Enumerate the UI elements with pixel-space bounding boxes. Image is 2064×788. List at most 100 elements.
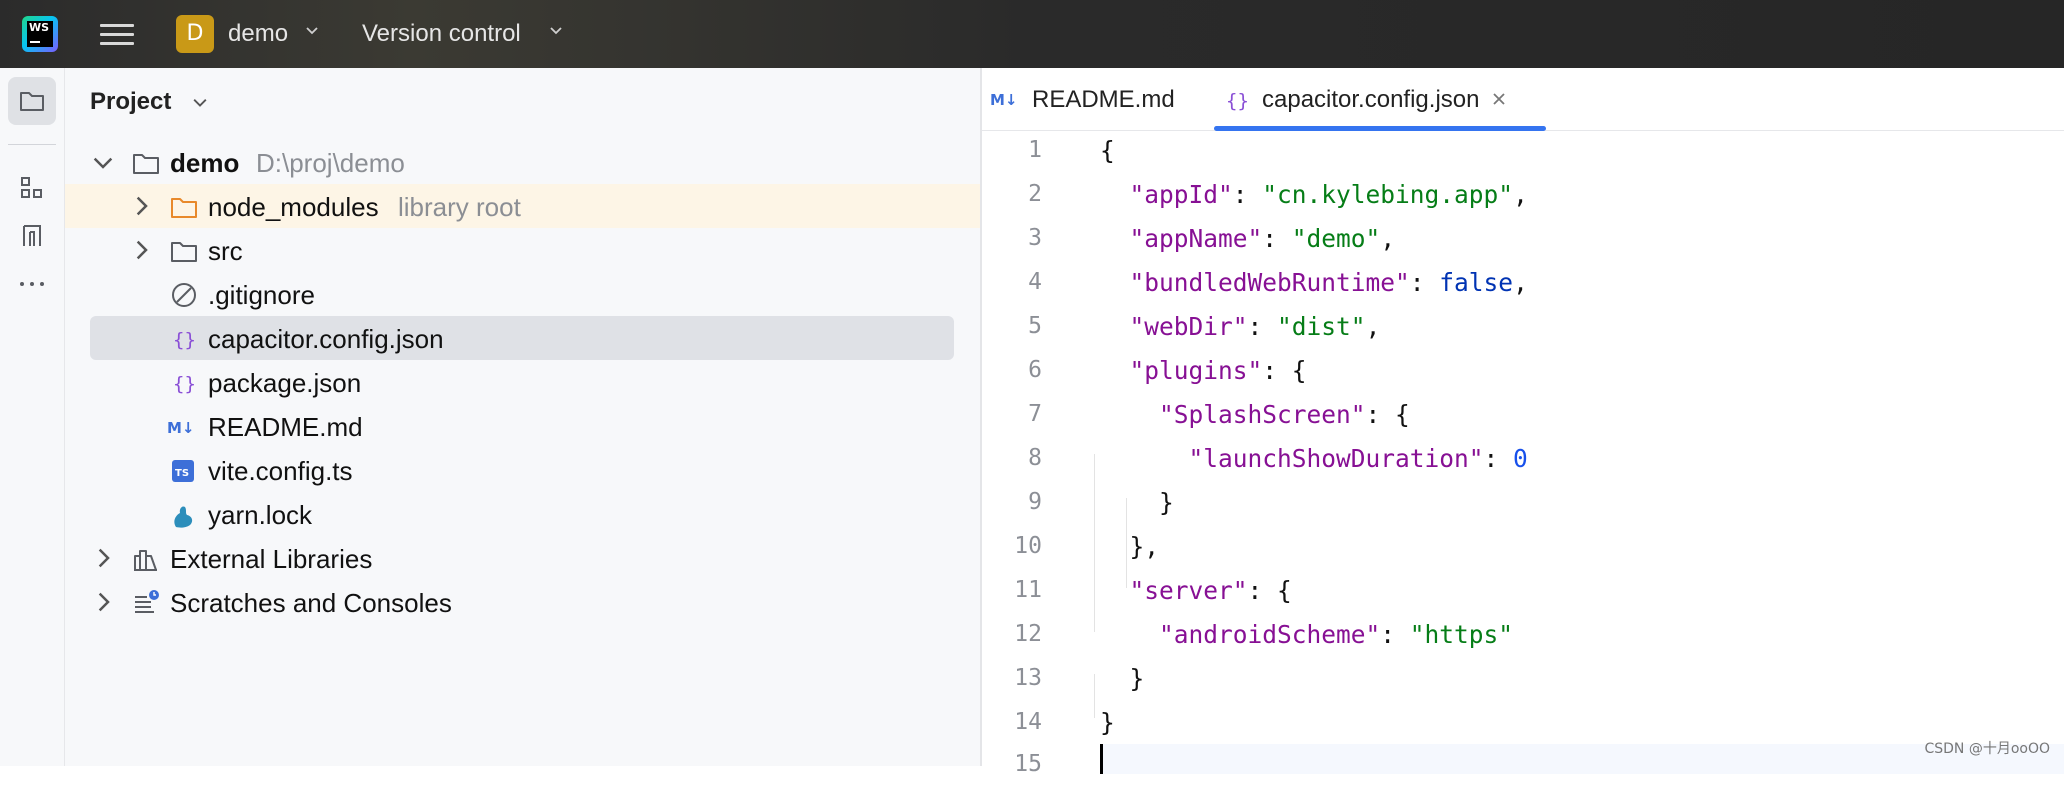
tree-item-label: demo <box>170 148 240 178</box>
tab-label: capacitor.config.json <box>1262 86 1480 113</box>
code-text: "server": { <box>1129 576 1292 605</box>
chevron-right-icon[interactable] <box>131 240 151 260</box>
svg-text:{}: {} <box>173 373 196 395</box>
tree-item-path: D:\proj\demo <box>256 148 405 178</box>
chevron-right-icon[interactable] <box>93 548 113 568</box>
line-number: 4 <box>1028 269 1042 295</box>
version-control-menu[interactable]: Version control <box>362 20 521 48</box>
folder-orange-icon <box>171 198 197 218</box>
line-number: 14 <box>1014 709 1042 735</box>
line-number: 8 <box>1028 445 1042 471</box>
tree-item-node-modules[interactable]: node_modules library root <box>65 184 980 228</box>
code-line: 6 "plugins": { <box>982 350 2064 394</box>
chevron-right-icon[interactable] <box>93 592 113 612</box>
code-line: 11 "server": { <box>982 570 2064 614</box>
svg-text:M↓: M↓ <box>990 91 1018 109</box>
code-text: "appName": "demo", <box>1129 224 1396 253</box>
tree-item-hint: library root <box>398 192 521 222</box>
tree-item-capacitor-config[interactable]: {} capacitor.config.json <box>90 316 954 360</box>
tree-item-readme[interactable]: M↓ README.md <box>65 404 980 448</box>
tab-readme[interactable]: M↓ README.md <box>982 68 1182 130</box>
more-tools-button[interactable] <box>8 260 56 308</box>
line-number: 6 <box>1028 357 1042 383</box>
bookmarks-tool-button[interactable] <box>8 212 56 260</box>
line-number: 5 <box>1028 313 1042 339</box>
structure-tool-button[interactable] <box>8 164 56 212</box>
chevron-down-icon[interactable] <box>93 152 113 172</box>
title-bar: WS D demo Version control <box>0 0 2064 68</box>
typescript-file-icon: TS <box>172 460 194 482</box>
folder-icon <box>171 242 197 262</box>
tree-item-demo[interactable]: demo D:\proj\demo <box>65 140 980 184</box>
chevron-down-icon[interactable] <box>306 24 318 36</box>
chevron-right-icon[interactable] <box>131 196 151 216</box>
tree-item-yarn-lock[interactable]: yarn.lock <box>65 492 980 536</box>
tree-item-package-json[interactable]: {} package.json <box>65 360 980 404</box>
line-number: 9 <box>1028 489 1042 515</box>
panel-title[interactable]: Project <box>90 88 171 116</box>
folder-icon <box>133 154 159 174</box>
editor-tab-bar: M↓ README.md {} capacitor.config.json <box>982 68 2064 131</box>
code-text: "plugins": { <box>1129 356 1307 385</box>
tab-capacitor-config[interactable]: {} capacitor.config.json <box>1214 68 1546 131</box>
more-icon <box>20 282 44 286</box>
structure-icon <box>21 177 42 198</box>
json-file-icon: {} <box>1226 90 1249 112</box>
line-number: 1 <box>1028 137 1042 163</box>
code-line: 1 { <box>982 130 2064 174</box>
code-text: "androidScheme": "https" <box>1159 620 1514 649</box>
tree-item-external-libraries[interactable]: External Libraries <box>65 536 980 580</box>
code-line: 7 "SplashScreen": { <box>982 394 2064 438</box>
project-switcher[interactable]: demo <box>228 20 288 48</box>
code-line: 14 } <box>982 702 2064 746</box>
ignore-file-icon <box>172 283 196 307</box>
divider <box>8 144 56 145</box>
code-line: 10 }, <box>982 526 2064 570</box>
watermark: CSDN @十月ooOO <box>1924 741 2050 757</box>
chevron-down-icon[interactable] <box>550 24 562 36</box>
tree-item-scratches[interactable]: Scratches and Consoles <box>65 580 980 624</box>
code-text: } <box>1129 664 1145 693</box>
tab-label: README.md <box>1032 86 1175 113</box>
code-line: 5 "webDir": "dist", <box>982 306 2064 350</box>
tree-item-label: vite.config.ts <box>208 456 353 486</box>
code-text: "bundledWebRuntime": false, <box>1129 268 1528 297</box>
code-line: 3 "appName": "demo", <box>982 218 2064 262</box>
code-line: 12 "androidScheme": "https" <box>982 614 2064 658</box>
tree-item-label: README.md <box>208 412 363 442</box>
tree-item-vite-config[interactable]: TS vite.config.ts <box>65 448 980 492</box>
chevron-down-icon[interactable] <box>193 95 207 109</box>
line-number: 2 <box>1028 181 1042 207</box>
project-tool-button[interactable] <box>8 77 56 125</box>
tree-item-label: capacitor.config.json <box>208 324 444 354</box>
svg-text:M↓: M↓ <box>167 419 195 437</box>
editor-area: M↓ README.md {} capacitor.config.json 1 … <box>982 68 2064 777</box>
yarn-file-icon <box>174 506 193 528</box>
code-text: "launchShowDuration": 0 <box>1188 444 1528 473</box>
scratches-icon <box>135 590 159 613</box>
tree-item-label: yarn.lock <box>208 500 313 530</box>
code-line: 8 "launchShowDuration": 0 <box>982 438 2064 482</box>
code-line: 13 } <box>982 658 2064 702</box>
code-line: 4 "bundledWebRuntime": false, <box>982 262 2064 306</box>
tree-item-label: node_modules <box>208 192 379 222</box>
tree-item-gitignore[interactable]: .gitignore <box>65 272 980 316</box>
tree-item-src[interactable]: src <box>65 228 980 272</box>
markdown-file-icon: M↓ <box>167 419 195 437</box>
svg-text:{}: {} <box>173 329 196 351</box>
code-text: "appId": "cn.kylebing.app", <box>1129 180 1528 209</box>
close-icon[interactable] <box>1492 92 1506 106</box>
line-number: 7 <box>1028 401 1042 427</box>
main-menu-icon[interactable] <box>100 18 134 48</box>
line-number: 12 <box>1014 621 1042 647</box>
tool-window-strip <box>0 68 65 766</box>
code-text: }, <box>1129 532 1160 561</box>
json-file-icon: {} <box>173 329 196 351</box>
libraries-icon <box>134 550 157 571</box>
code-line: 15 <box>982 744 2064 788</box>
project-badge[interactable]: D <box>176 15 214 53</box>
code-text: "webDir": "dist", <box>1129 312 1381 341</box>
line-number: 13 <box>1014 665 1042 691</box>
webstorm-logo-icon[interactable]: WS <box>22 16 58 52</box>
code-editor[interactable]: 1 { 2 "appId": "cn.kylebing.app", 3 "app… <box>982 130 2064 777</box>
